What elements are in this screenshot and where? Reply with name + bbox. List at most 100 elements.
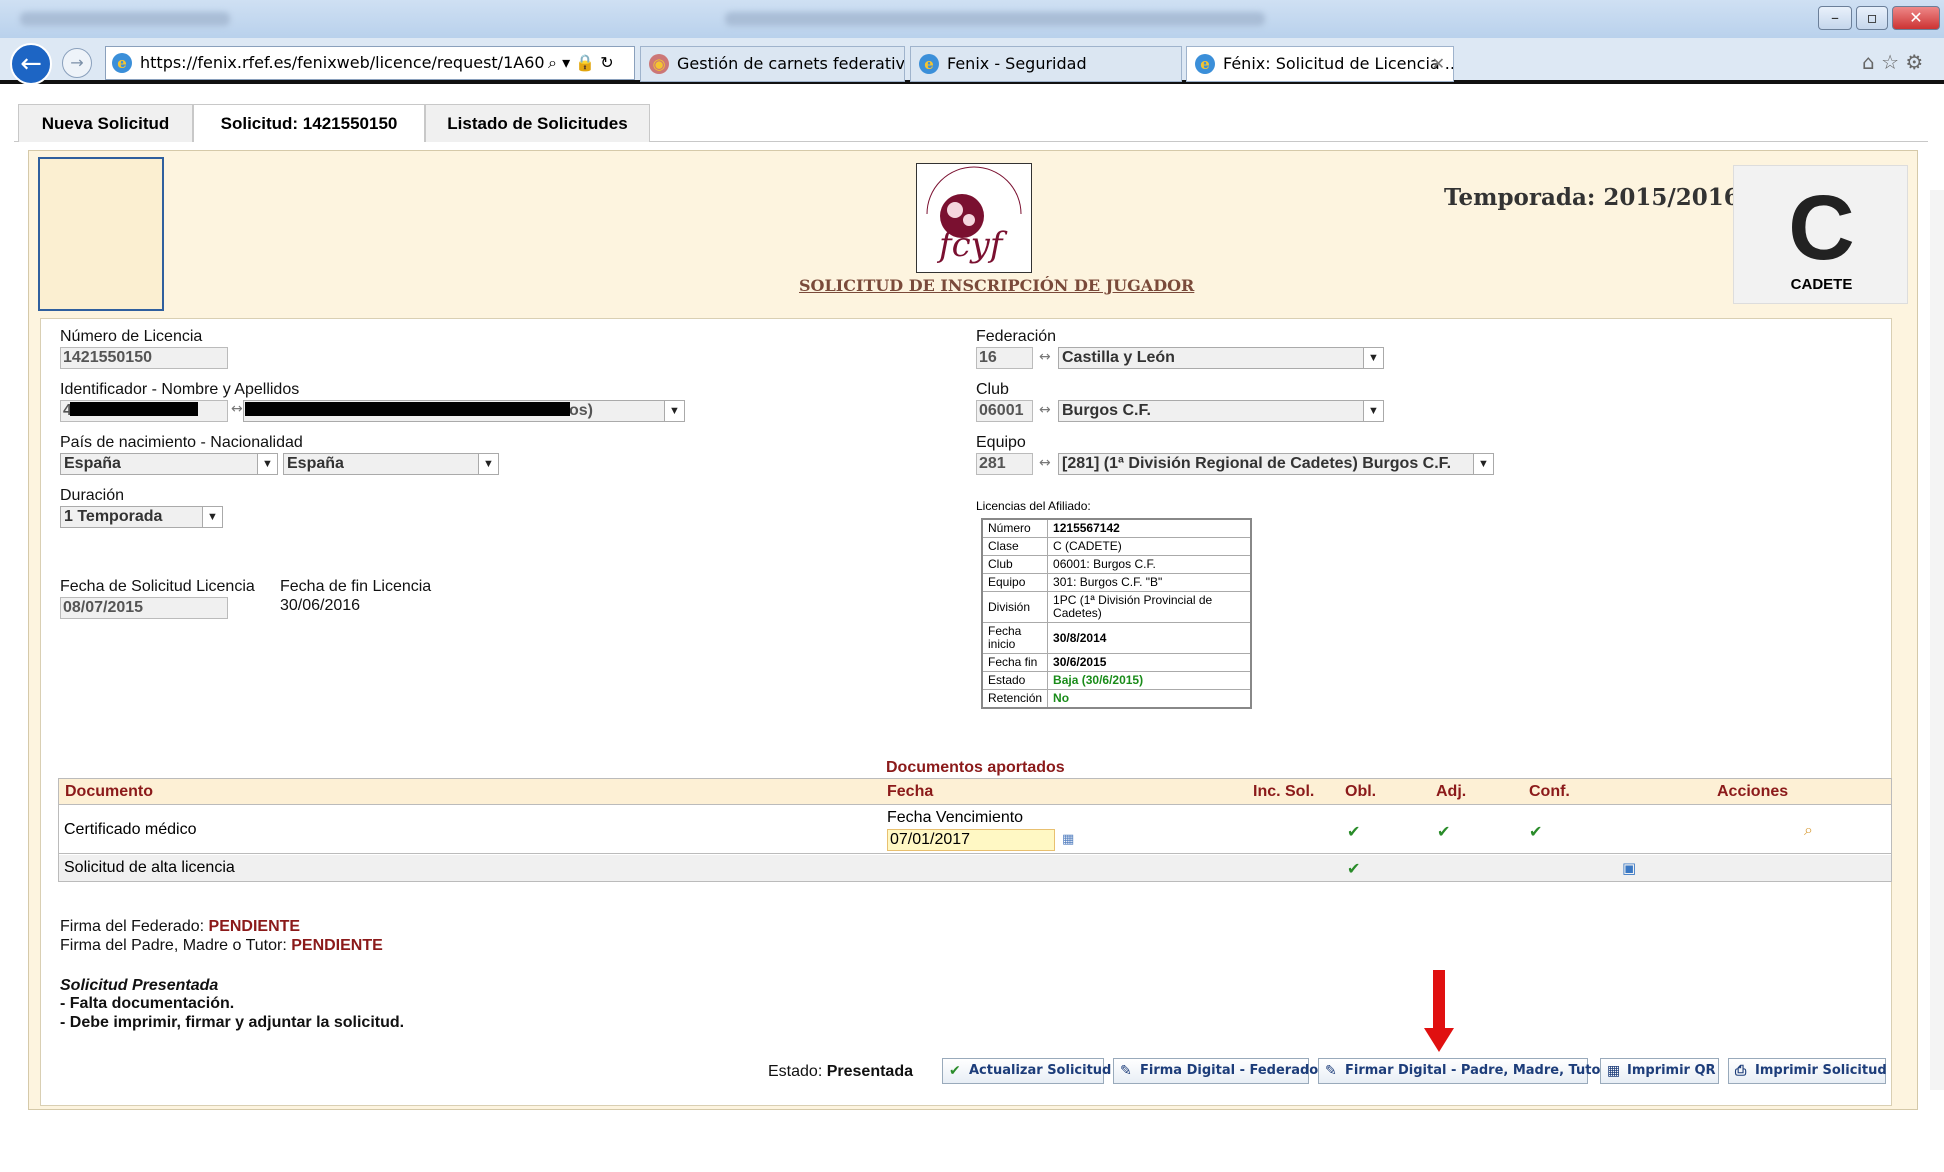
ie-icon: e: [1195, 54, 1215, 74]
address-bar-actions[interactable]: ⌕ ▾ 🔒 ↻: [544, 50, 634, 76]
federation-label: Federación: [976, 328, 1057, 345]
minimize-button[interactable]: –: [1818, 6, 1852, 30]
separator-arrow-icon: ↔: [231, 401, 243, 417]
browser-tab-seguridad[interactable]: e Fenix - Seguridad: [910, 46, 1182, 82]
licencias-title: Licencias del Afiliado:: [976, 499, 1091, 513]
birth-country-select[interactable]: España ▼: [60, 453, 278, 475]
chevron-down-icon: ▼: [1473, 454, 1493, 474]
column-header: Documento: [65, 783, 153, 800]
form-title: SOLICITUD DE INSCRIPCIÓN DE JUGADOR: [799, 276, 1195, 295]
tab-nueva-solicitud[interactable]: Nueva Solicitud: [18, 104, 193, 142]
button-label: Firma Digital - Federado: [1140, 1063, 1319, 1078]
check-icon: ✔: [1437, 822, 1451, 841]
upload-document-icon[interactable]: ▣: [1622, 859, 1636, 877]
table-row: Clase C (CADETE): [981, 537, 1252, 556]
federation-select[interactable]: Castilla y León ▼: [1058, 347, 1384, 369]
licencia-key: División: [981, 591, 1049, 623]
season-label: Temporada: 2015/2016: [1444, 184, 1740, 211]
window-title-bar: – ▫ ✕: [0, 0, 1944, 38]
actualizar-solicitud-button[interactable]: ✔ Actualizar Solicitud: [942, 1058, 1111, 1084]
estado-label: Estado:: [768, 1063, 823, 1080]
forward-arrow-icon[interactable]: →: [62, 48, 92, 78]
browser-tab-solicitud[interactable]: e Fénix: Solicitud de Licencia ... ✕: [1186, 46, 1454, 82]
separator-arrow-icon: ↔: [1039, 349, 1051, 365]
refresh-icon[interactable]: ↻: [600, 53, 613, 72]
back-arrow-icon[interactable]: ←: [10, 43, 52, 85]
duration-select[interactable]: 1 Temporada ▼: [60, 506, 223, 528]
calendar-icon[interactable]: ▦: [1062, 832, 1074, 847]
close-window-button[interactable]: ✕: [1892, 6, 1940, 30]
table-row: Retención No: [981, 689, 1252, 709]
team-select[interactable]: [281] (1ª División Regional de Cadetes) …: [1058, 453, 1494, 475]
maximize-button[interactable]: ▫: [1856, 6, 1888, 30]
firmar-digital-tutor-button[interactable]: ✎ Firmar Digital - Padre, Madre, Tutor: [1318, 1058, 1607, 1084]
imprimir-qr-button[interactable]: ▦ Imprimir QR: [1600, 1058, 1719, 1084]
gear-icon[interactable]: ⚙: [1905, 50, 1923, 74]
table-row: Certificado médico Fecha Vencimiento 07/…: [59, 806, 1891, 854]
club-label: Club: [976, 381, 1009, 398]
chevron-down-icon[interactable]: ▾: [562, 53, 570, 72]
expiry-date-input[interactable]: 07/01/2017: [887, 829, 1055, 851]
licencia-value: 30/8/2014: [1047, 622, 1252, 654]
check-icon: ✔: [949, 1063, 961, 1079]
magnifier-icon[interactable]: ⌕: [1804, 820, 1813, 840]
tutor-signature-label: Firma del Padre, Madre o Tutor:: [60, 937, 287, 954]
chevron-down-icon: ▼: [257, 454, 277, 474]
tutor-signature-status: PENDIENTE: [291, 937, 383, 954]
licencia-key: Estado: [981, 671, 1049, 690]
column-header: Obl.: [1345, 783, 1377, 800]
birth-country-value: España: [64, 455, 121, 472]
browser-tab-label: Fénix: Solicitud de Licencia ...: [1223, 54, 1454, 73]
duration-value: 1 Temporada: [64, 508, 163, 525]
tutor-signature: Firma del Padre, Madre o Tutor: PENDIENT…: [60, 937, 383, 955]
estado-field: Estado: Presentada: [768, 1063, 913, 1081]
imprimir-solicitud-button[interactable]: ⎙ Imprimir Solicitud: [1728, 1058, 1887, 1084]
redaction-bar: [245, 402, 570, 416]
tab-listado-solicitudes[interactable]: Listado de Solicitudes: [425, 104, 650, 142]
licencia-key: Fecha fin: [981, 653, 1049, 672]
club-value: Burgos C.F.: [1062, 402, 1151, 419]
table-row: División 1PC (1ª División Provincial de C…: [981, 591, 1252, 623]
column-header: Conf.: [1529, 783, 1570, 800]
firma-digital-federado-button[interactable]: ✎ Firma Digital - Federado: [1113, 1058, 1318, 1084]
browser-tab-carnets[interactable]: ◉ Gestión de carnets federativos: [640, 46, 905, 82]
player-photo[interactable]: [38, 157, 164, 311]
licencia-key: Equipo: [981, 573, 1049, 592]
federado-signature-label: Firma del Federado:: [60, 918, 205, 935]
browser-tab-label: Gestión de carnets federativos: [677, 54, 905, 73]
tab-solicitud[interactable]: Solicitud: 1421550150: [193, 104, 425, 142]
nationality-select[interactable]: España ▼: [283, 453, 499, 475]
close-tab-icon[interactable]: ✕: [1432, 47, 1445, 81]
search-icon[interactable]: ⌕: [548, 53, 557, 72]
separator-arrow-icon: ↔: [1039, 455, 1051, 471]
check-icon: ✔: [1347, 859, 1361, 878]
column-header: Adj.: [1436, 783, 1467, 800]
star-icon[interactable]: ☆: [1881, 50, 1899, 74]
licencia-key: Clase: [981, 537, 1049, 556]
quick-access-toolbar: [20, 12, 230, 26]
chevron-down-icon: ▼: [664, 401, 684, 421]
licencia-value: 1PC (1ª División Provincial de Cadetes): [1047, 591, 1252, 623]
check-icon: ✔: [1529, 822, 1543, 841]
documents-table: Documento Fecha Inc. Sol. Obl. Adj. Conf…: [58, 778, 1892, 882]
request-date-label: Fecha de Solicitud Licencia: [60, 578, 255, 595]
home-icon[interactable]: ⌂: [1862, 50, 1875, 74]
status-notes-title: Solicitud Presentada: [60, 977, 219, 994]
club-select[interactable]: Burgos C.F. ▼: [1058, 400, 1384, 422]
status-note: - Debe imprimir, firmar y adjuntar la so…: [60, 1014, 405, 1031]
federation-value: Castilla y León: [1062, 349, 1175, 366]
documents-header: Documento Fecha Inc. Sol. Obl. Adj. Conf…: [59, 779, 1891, 805]
licencia-key: Club: [981, 555, 1049, 574]
estado-value: Presentada: [826, 1063, 913, 1080]
vertical-scrollbar[interactable]: [1930, 190, 1944, 1090]
identifier-label: Identificador - Nombre y Apellidos: [60, 381, 300, 398]
licencia-value: C (CADETE): [1047, 537, 1252, 556]
documents-title: Documentos aportados: [886, 759, 1065, 776]
licencia-value: 1215567142: [1047, 518, 1252, 538]
table-row: Fecha fin 30/6/2015: [981, 653, 1252, 672]
licencia-value: No: [1047, 689, 1252, 709]
team-label: Equipo: [976, 434, 1026, 451]
federado-signature: Firma del Federado: PENDIENTE: [60, 918, 300, 936]
federado-signature-status: PENDIENTE: [208, 918, 301, 935]
birth-label: País de nacimiento - Nacionalidad: [60, 434, 303, 451]
